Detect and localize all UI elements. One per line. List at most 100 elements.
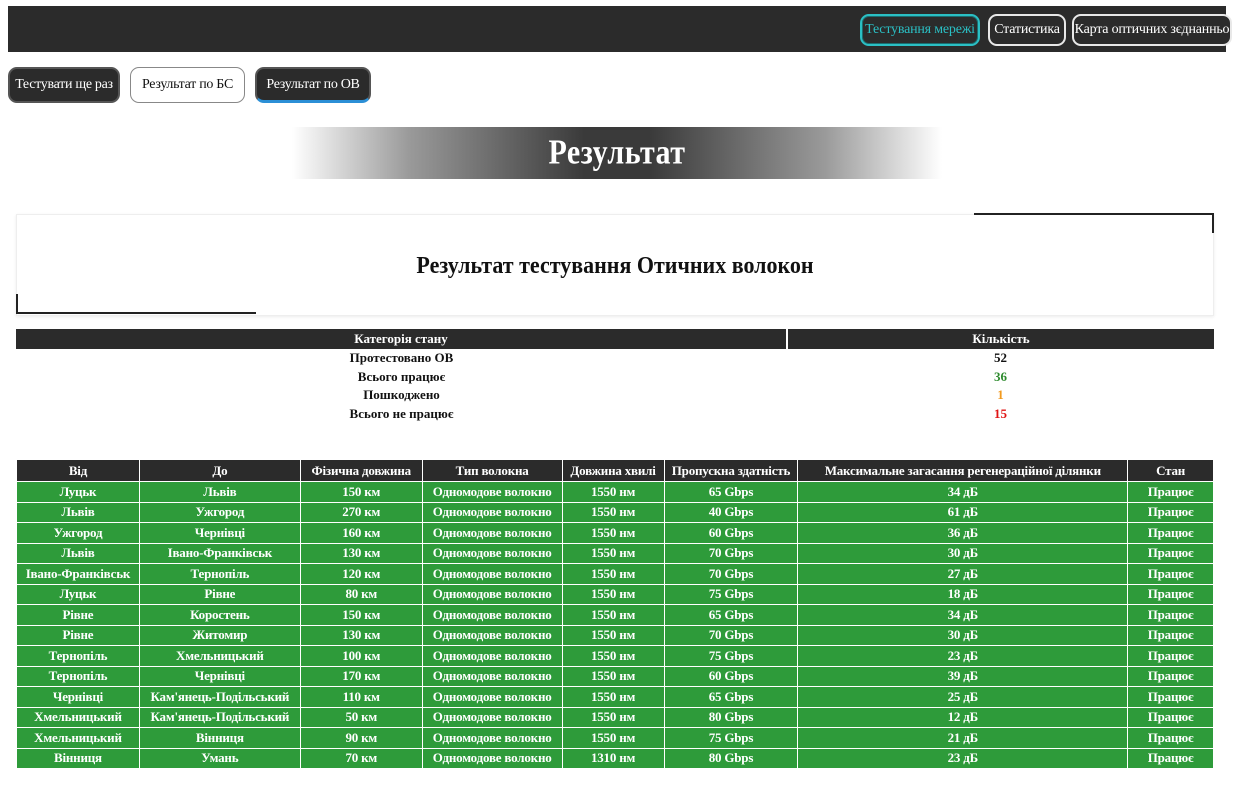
fiber-header-physical-length: Фізична довжина (299, 459, 423, 482)
cell-bandwidth: 70 Gbps (663, 542, 799, 564)
cell-bandwidth: 70 Gbps (663, 624, 799, 646)
summary-label: Всього працює (357, 368, 446, 384)
cell-from: Рівне (16, 604, 140, 626)
cell-from: Ужгород (16, 522, 140, 544)
table-row: Рівне Житомир 130 км Одномодове волокно 1550… (16, 624, 1214, 646)
table-row: Івано-Франківськ Тернопіль 120 км Одномодов… (16, 563, 1214, 585)
cell-wavelength: 1550 нм (561, 706, 665, 728)
nav-statistics-button[interactable]: Статистика (988, 14, 1066, 46)
table-row: Луцьк Львів 150 км Одномодове волокно 1550 н… (16, 481, 1214, 503)
cell-status: Працює (1127, 522, 1214, 544)
cell-to: Вінниця (138, 727, 301, 749)
cell-max-attenuation: 18 дБ (797, 583, 1129, 605)
cell-from: Львів (16, 542, 140, 564)
cell-bandwidth: 70 Gbps (663, 563, 799, 585)
cell-status: Працює (1127, 686, 1214, 708)
cell-wavelength: 1550 нм (561, 665, 665, 687)
summary-label: Протестовано ОВ (349, 350, 454, 366)
cell-to: Житомир (138, 624, 301, 646)
cell-bandwidth: 65 Gbps (663, 604, 799, 626)
cell-fiber-type: Одномодове волокно (421, 604, 563, 626)
cell-to: Чернівці (138, 665, 301, 687)
cell-from: Івано-Франківськ (16, 563, 140, 585)
cell-wavelength: 1550 нм (561, 583, 665, 605)
cell-physical-length: 110 км (299, 686, 423, 708)
cell-status: Працює (1127, 624, 1214, 646)
cell-max-attenuation: 27 дБ (797, 563, 1129, 585)
cell-to: Тернопіль (138, 563, 301, 585)
cell-bandwidth: 80 Gbps (663, 747, 799, 769)
table-row: Рівне Коростень 150 км Одномодове волокно 15… (16, 604, 1214, 626)
cell-status: Працює (1127, 501, 1214, 523)
fiber-header-status: Стан (1127, 459, 1214, 482)
summary-header-count: Кількість (787, 329, 1214, 349)
cell-physical-length: 70 км (299, 747, 423, 769)
nav-fiber-map-button[interactable]: Карта оптичних зєднанньо (1072, 14, 1232, 46)
cell-wavelength: 1550 нм (561, 563, 665, 585)
cell-max-attenuation: 36 дБ (797, 522, 1129, 544)
summary-row: Всього працює 36 (16, 368, 1214, 387)
cell-from: Тернопіль (16, 665, 140, 687)
table-row: Хмельницький Вінниця 90 км Одномодове волок… (16, 727, 1214, 749)
summary-row: Пошкоджено 1 (16, 386, 1214, 405)
cell-to: Коростень (138, 604, 301, 626)
cell-fiber-type: Одномодове волокно (421, 706, 563, 728)
fiber-header-fiber-type: Тип волокна (421, 459, 563, 482)
summary-label: Пошкоджено (363, 387, 440, 403)
top-navbar: Тестування мережі Статистика Карта оптич… (8, 6, 1232, 52)
cell-fiber-type: Одномодове волокно (421, 522, 563, 544)
result-ov-button[interactable]: Результат по ОВ (255, 67, 371, 103)
cell-from: Рівне (16, 624, 140, 646)
summary-row: Протестовано ОВ 52 (16, 349, 1214, 368)
cell-fiber-type: Одномодове волокно (421, 542, 563, 564)
cell-physical-length: 130 км (299, 542, 423, 564)
cell-physical-length: 90 км (299, 727, 423, 749)
cell-to: Кам'янець-Подільський (138, 686, 301, 708)
summary-value: 36 (994, 368, 1007, 384)
summary-value: 1 (997, 387, 1004, 403)
cell-status: Працює (1127, 542, 1214, 564)
summary-header-category: Категорія стану (16, 329, 788, 349)
cell-max-attenuation: 34 дБ (797, 481, 1129, 503)
cell-wavelength: 1550 нм (561, 727, 665, 749)
nav-network-testing-button[interactable]: Тестування мережі (860, 14, 980, 46)
cell-status: Працює (1127, 583, 1214, 605)
summary-value: 15 (994, 405, 1007, 421)
cell-bandwidth: 40 Gbps (663, 501, 799, 523)
cell-status: Працює (1127, 706, 1214, 728)
cell-fiber-type: Одномодове волокно (421, 563, 563, 585)
cell-physical-length: 150 км (299, 604, 423, 626)
cell-from: Тернопіль (16, 645, 140, 667)
cell-fiber-type: Одномодове волокно (421, 645, 563, 667)
cell-physical-length: 100 км (299, 645, 423, 667)
cell-status: Працює (1127, 747, 1214, 769)
result-bs-button[interactable]: Результат по БС (130, 67, 245, 103)
cell-wavelength: 1310 нм (561, 747, 665, 769)
cell-max-attenuation: 34 дБ (797, 604, 1129, 626)
cell-bandwidth: 75 Gbps (663, 583, 799, 605)
cell-physical-length: 160 км (299, 522, 423, 544)
retest-button[interactable]: Тестувати ще раз (8, 67, 120, 103)
cell-status: Працює (1127, 645, 1214, 667)
cell-from: Луцьк (16, 583, 140, 605)
cell-physical-length: 170 км (299, 665, 423, 687)
table-row: Хмельницький Кам'янець-Подільський 50 км Од… (16, 706, 1214, 728)
cell-physical-length: 80 км (299, 583, 423, 605)
cell-bandwidth: 75 Gbps (663, 727, 799, 749)
cell-from: Луцьк (16, 481, 140, 503)
cell-max-attenuation: 23 дБ (797, 645, 1129, 667)
cell-max-attenuation: 30 дБ (797, 542, 1129, 564)
table-row: Ужгород Чернівці 160 км Одномодове волокно 1… (16, 522, 1214, 544)
cell-status: Працює (1127, 604, 1214, 626)
cell-wavelength: 1550 нм (561, 501, 665, 523)
cell-fiber-type: Одномодове волокно (421, 583, 563, 605)
cell-wavelength: 1550 нм (561, 542, 665, 564)
cell-physical-length: 120 км (299, 563, 423, 585)
cell-fiber-type: Одномодове волокно (421, 747, 563, 769)
cell-to: Івано-Франківськ (138, 542, 301, 564)
cell-status: Працює (1127, 563, 1214, 585)
cell-from: Вінниця (16, 747, 140, 769)
banner-title: Результат (548, 133, 686, 172)
cell-wavelength: 1550 нм (561, 686, 665, 708)
cell-from: Хмельницький (16, 706, 140, 728)
